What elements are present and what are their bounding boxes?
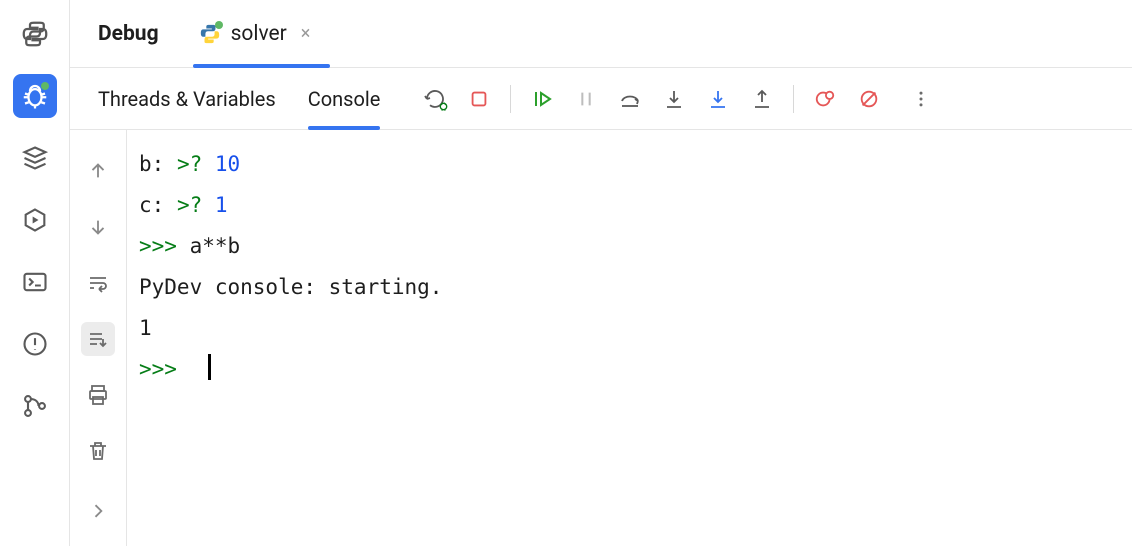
tab-label: Debug <box>98 22 159 46</box>
resume-icon[interactable] <box>529 86 555 112</box>
console-line: 1 <box>139 308 1120 349</box>
soft-wrap-icon[interactable] <box>81 266 115 300</box>
left-tool-rail <box>0 0 70 546</box>
problems-icon[interactable] <box>13 322 57 366</box>
console-body: b: >? 10 c: >? 1 >>> a**b PyDev console:… <box>70 130 1132 546</box>
terminal-icon[interactable] <box>13 260 57 304</box>
run-icon[interactable] <box>13 198 57 242</box>
tab-debug[interactable]: Debug <box>98 0 159 67</box>
step-out-icon[interactable] <box>749 86 775 112</box>
console-line: b: >? 10 <box>139 144 1120 185</box>
python-file-icon <box>199 23 221 45</box>
step-into-icon[interactable] <box>661 86 687 112</box>
stack-icon[interactable] <box>13 136 57 180</box>
clear-icon[interactable] <box>81 434 115 468</box>
console-output[interactable]: b: >? 10 c: >? 1 >>> a**b PyDev console:… <box>126 130 1132 546</box>
main-area: Debug solver × Threads & Variables Conso… <box>70 0 1132 546</box>
subtab-threads-variables[interactable]: Threads & Variables <box>98 68 276 129</box>
console-gutter <box>70 130 126 546</box>
scroll-down-icon[interactable] <box>81 210 115 244</box>
subtabs-row: Threads & Variables Console <box>70 68 1132 130</box>
mute-breakpoints-icon[interactable] <box>856 86 882 112</box>
subtab-label: Console <box>308 87 381 111</box>
debug-toolbar <box>422 85 934 113</box>
more-icon[interactable] <box>908 86 934 112</box>
subtab-console[interactable]: Console <box>308 68 381 129</box>
view-breakpoints-icon[interactable] <box>812 86 838 112</box>
tab-label: solver <box>231 22 287 46</box>
chevron-right-icon[interactable] <box>81 494 115 528</box>
python-console-icon[interactable] <box>13 12 57 56</box>
rerun-icon[interactable] <box>422 86 448 112</box>
vcs-icon[interactable] <box>13 384 57 428</box>
caret-icon <box>208 354 211 380</box>
subtab-label: Threads & Variables <box>98 87 276 111</box>
scroll-to-end-icon[interactable] <box>81 322 115 356</box>
scroll-up-icon[interactable] <box>81 154 115 188</box>
debug-icon[interactable] <box>13 74 57 118</box>
console-line: c: >? 1 <box>139 185 1120 226</box>
print-icon[interactable] <box>81 378 115 412</box>
console-line: >>> a**b <box>139 226 1120 267</box>
console-line: PyDev console: starting. <box>139 267 1120 308</box>
pause-icon[interactable] <box>573 86 599 112</box>
tabs-row: Debug solver × <box>70 0 1132 68</box>
stop-icon[interactable] <box>466 86 492 112</box>
console-prompt-line[interactable]: >>> <box>139 349 1120 390</box>
step-into-my-code-icon[interactable] <box>705 86 731 112</box>
step-over-icon[interactable] <box>617 86 643 112</box>
close-icon[interactable]: × <box>301 23 311 44</box>
tab-solver[interactable]: solver × <box>199 0 311 67</box>
